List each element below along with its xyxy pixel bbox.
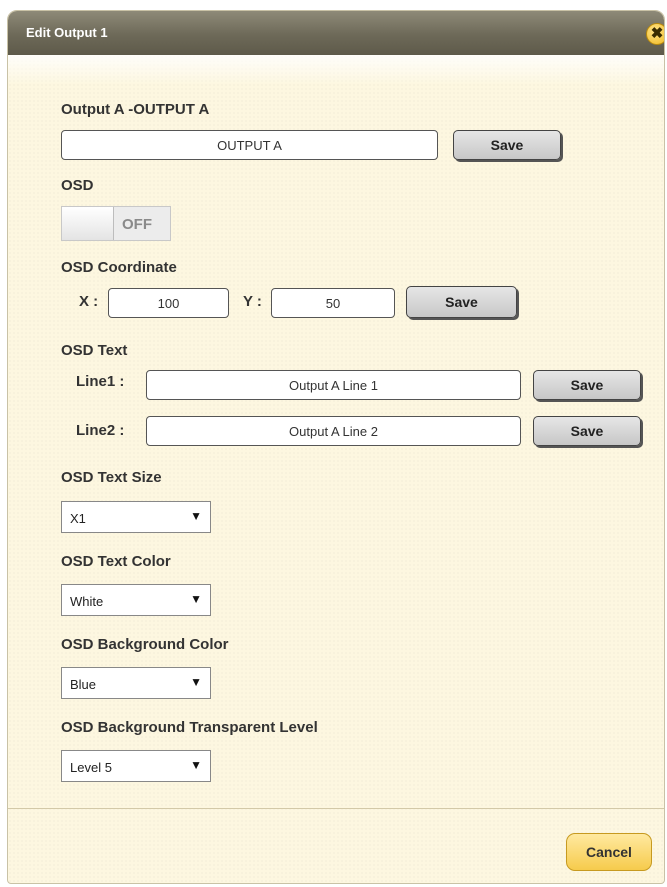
osd-text-size-value: X1 <box>70 511 86 526</box>
output-name-input[interactable] <box>61 130 438 160</box>
dialog-title-bar[interactable]: Edit Output 1 ✖ <box>8 11 664 55</box>
title-shadow <box>8 55 664 85</box>
line1-input[interactable] <box>146 370 521 400</box>
line1-save-button[interactable]: Save <box>533 370 641 400</box>
output-name-save-button[interactable]: Save <box>453 130 561 160</box>
line2-input[interactable] <box>146 416 521 446</box>
y-coordinate-label: Y : <box>243 293 262 310</box>
edit-output-dialog: Edit Output 1 ✖ Output A -OUTPUT A Save … <box>7 10 665 884</box>
chevron-down-icon: ▼ <box>190 675 202 689</box>
chevron-down-icon: ▼ <box>190 509 202 523</box>
osd-background-color-value: Blue <box>70 677 97 692</box>
dialog-title: Edit Output 1 <box>26 25 108 40</box>
osd-text-label: OSD Text <box>61 342 128 359</box>
x-coordinate-label: X : <box>79 293 99 310</box>
osd-label: OSD <box>61 177 94 194</box>
osd-background-transparent-select[interactable]: Level 5 ▼ <box>61 750 211 782</box>
x-coordinate-input[interactable] <box>108 288 229 318</box>
osd-text-size-label: OSD Text Size <box>61 469 162 486</box>
chevron-down-icon: ▼ <box>190 758 202 772</box>
line2-save-button[interactable]: Save <box>533 416 641 446</box>
osd-background-color-label: OSD Background Color <box>61 636 229 653</box>
osd-toggle[interactable]: OFF <box>61 206 171 241</box>
osd-background-transparent-label: OSD Background Transparent Level <box>61 719 318 736</box>
y-coordinate-input[interactable] <box>271 288 395 318</box>
osd-toggle-knob <box>62 207 114 240</box>
osd-text-color-select[interactable]: White ▼ <box>61 584 211 616</box>
osd-toggle-state: OFF <box>122 216 152 233</box>
line1-label: Line1 : <box>76 373 125 390</box>
osd-text-color-label: OSD Text Color <box>61 553 171 570</box>
osd-background-transparent-value: Level 5 <box>70 760 112 775</box>
close-icon[interactable]: ✖ <box>646 23 664 45</box>
osd-text-size-select[interactable]: X1 ▼ <box>61 501 211 533</box>
osd-coordinate-label: OSD Coordinate <box>61 259 177 276</box>
footer-divider <box>8 808 664 809</box>
coordinate-save-button[interactable]: Save <box>406 286 517 318</box>
chevron-down-icon: ▼ <box>190 592 202 606</box>
osd-background-color-select[interactable]: Blue ▼ <box>61 667 211 699</box>
line2-label: Line2 : <box>76 422 125 439</box>
cancel-button[interactable]: Cancel <box>566 833 652 871</box>
osd-text-color-value: White <box>70 594 104 609</box>
output-name-label: Output A -OUTPUT A <box>61 101 210 118</box>
